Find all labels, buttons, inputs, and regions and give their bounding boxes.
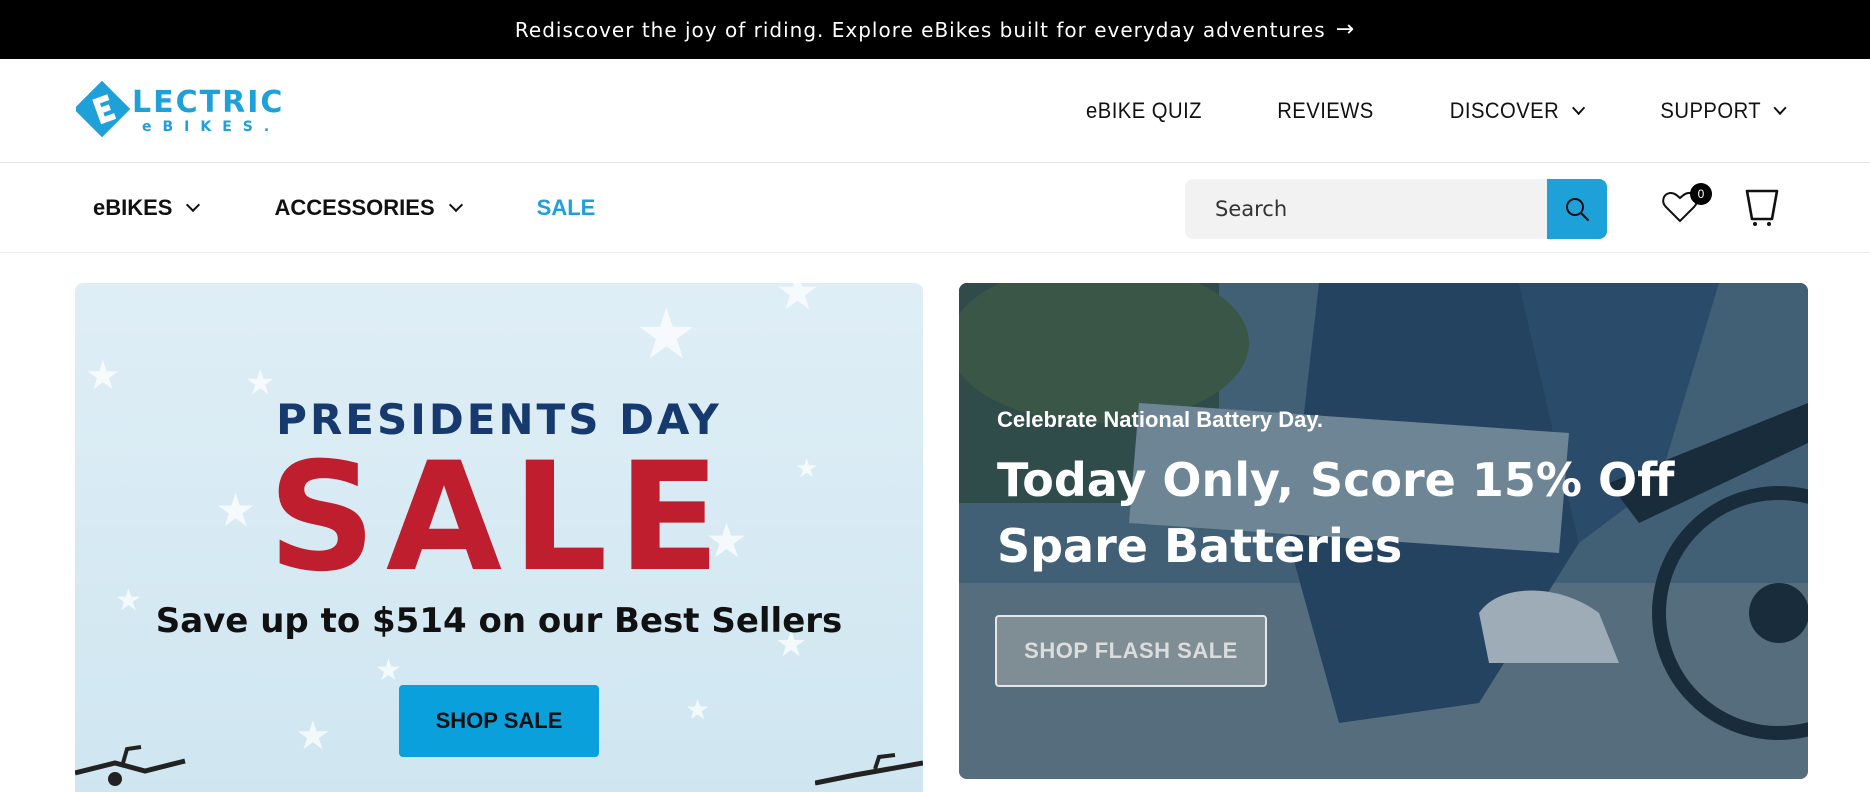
star-icon: ★ xyxy=(775,283,820,320)
logo-wordmark: LECTRIC xyxy=(132,85,284,120)
arrow-right-icon: → xyxy=(1335,17,1356,42)
presidents-day-banner[interactable]: ★ ★ ★ ★ ★ ★ ★ ★ ★ ★ ★ ★ PRESIDENTS DAY S… xyxy=(75,283,923,792)
top-nav: eBIKE QUIZ REVIEWS DISCOVER SUPPORT xyxy=(1015,59,1790,163)
star-icon: ★ xyxy=(635,295,698,373)
chevron-down-icon xyxy=(1773,100,1787,116)
logo-mark-icon: LECTRIC eBIKES. xyxy=(73,80,284,138)
wishlist-button[interactable]: 0 xyxy=(1660,183,1712,231)
battery-day-banner[interactable]: Celebrate National Battery Day. Today On… xyxy=(959,283,1808,779)
announcement-text: Rediscover the joy of riding. Explore eB… xyxy=(514,17,1326,42)
wishlist-count-badge: 0 xyxy=(1690,183,1712,205)
promo-headline: Today Only, Score 15% Off Spare Batterie… xyxy=(997,453,1675,573)
cart-button[interactable] xyxy=(1744,185,1780,229)
search-input[interactable] xyxy=(1185,179,1547,239)
nav-accessories[interactable]: ACCESSORIES xyxy=(274,195,463,221)
star-icon: ★ xyxy=(295,714,331,758)
ebike-handlebar-image xyxy=(815,753,923,786)
cart-icon xyxy=(1745,189,1779,226)
promo-subhead: Save up to $514 on our Best Sellers xyxy=(155,601,843,641)
star-icon: ★ xyxy=(375,654,402,687)
nav-reviews[interactable]: REVIEWS xyxy=(1277,98,1374,124)
nav-ebike-quiz[interactable]: eBIKE QUIZ xyxy=(1086,98,1202,124)
search-bar xyxy=(1185,179,1607,239)
shop-sale-button[interactable]: SHOP SALE xyxy=(399,685,599,757)
nav-ebikes[interactable]: eBIKES xyxy=(93,195,201,221)
chevron-down-icon xyxy=(1571,100,1585,116)
lectric-logo[interactable]: LECTRIC eBIKES. xyxy=(73,79,336,139)
nav-support[interactable]: SUPPORT xyxy=(1660,98,1787,124)
nav-sale[interactable]: SALE xyxy=(537,195,596,221)
search-button[interactable] xyxy=(1547,179,1607,239)
chevron-down-icon xyxy=(186,197,201,213)
promo-headline: SALE xyxy=(267,431,731,605)
category-nav: eBIKES ACCESSORIES SALE 0 xyxy=(0,163,1870,253)
star-icon: ★ xyxy=(85,354,121,398)
site-header: LECTRIC eBIKES. eBIKE QUIZ REVIEWS DISCO… xyxy=(0,59,1870,163)
chevron-down-icon xyxy=(448,197,463,213)
nav-discover[interactable]: DISCOVER xyxy=(1449,98,1585,124)
promo-eyebrow: Celebrate National Battery Day. xyxy=(997,407,1324,432)
star-icon: ★ xyxy=(685,694,711,725)
logo-subword: eBIKES. xyxy=(142,119,280,135)
search-icon xyxy=(1566,198,1590,222)
shop-flash-sale-button[interactable]: SHOP FLASH SALE xyxy=(995,615,1267,687)
announcement-bar[interactable]: Rediscover the joy of riding. Explore eB… xyxy=(0,0,1870,59)
ebike-handlebar-image xyxy=(75,745,186,786)
